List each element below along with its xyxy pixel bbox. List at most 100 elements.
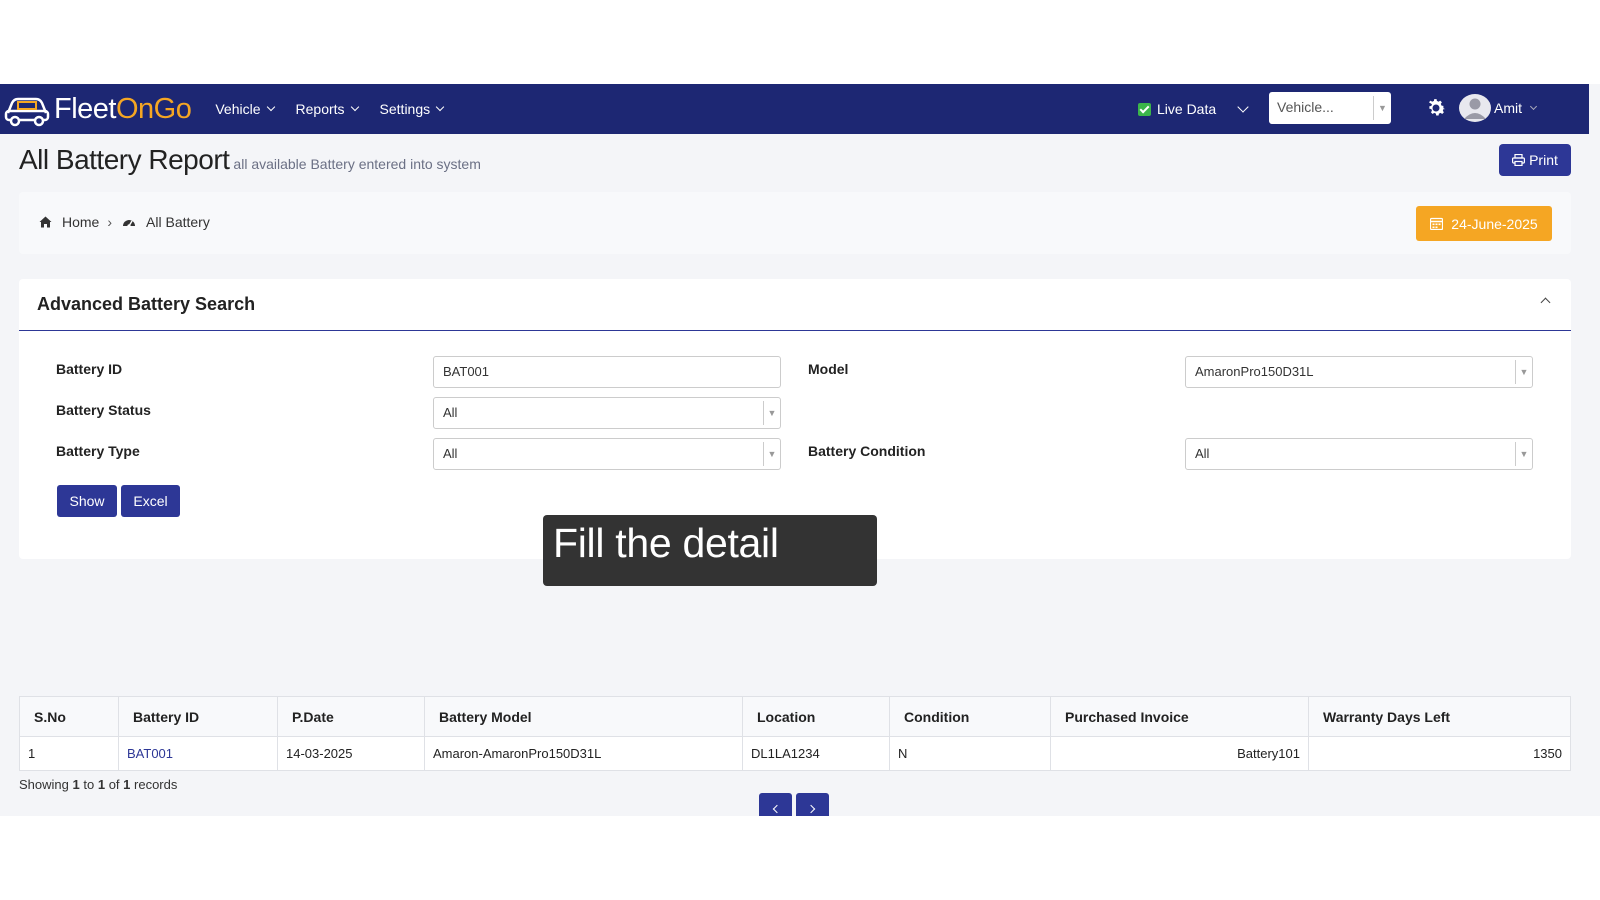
- previous-page-button[interactable]: [759, 793, 792, 816]
- select-arrow-icon[interactable]: ▼: [1373, 96, 1391, 120]
- column-header-warranty-days-left[interactable]: Warranty Days Left: [1308, 696, 1571, 737]
- gear-icon[interactable]: [1424, 96, 1448, 120]
- main-menu: Vehicle Reports Settings: [215, 101, 445, 117]
- select-arrow-icon[interactable]: ▼: [763, 401, 780, 425]
- battery-status-label: Battery Status: [56, 402, 151, 418]
- battery-condition-value: All: [1195, 446, 1210, 461]
- car-icon: [4, 97, 50, 127]
- print-button[interactable]: Print: [1499, 144, 1571, 176]
- battery-id-input[interactable]: BAT001: [433, 356, 781, 388]
- breadcrumb: Home › All Battery: [39, 214, 210, 230]
- records-from: 1: [72, 777, 80, 792]
- date-button[interactable]: 24-June-2025: [1416, 206, 1552, 241]
- column-header-condition[interactable]: Condition: [889, 696, 1051, 737]
- excel-button[interactable]: Excel: [121, 485, 180, 517]
- cell-location: DL1LA1234: [742, 736, 890, 771]
- printer-icon: [1512, 154, 1526, 166]
- chevron-down-icon: [350, 102, 359, 112]
- page-header: All Battery Report all available Battery…: [19, 144, 481, 176]
- column-header-battery-model[interactable]: Battery Model: [424, 696, 743, 737]
- cell-warranty-days-left: 1350: [1308, 736, 1571, 771]
- advanced-search-title: Advanced Battery Search: [37, 294, 256, 314]
- home-icon: [39, 216, 52, 228]
- records-to-word: to: [83, 777, 95, 792]
- column-header-purchased-invoice[interactable]: Purchased Invoice: [1050, 696, 1309, 737]
- model-select[interactable]: AmaronPro150D31L ▼: [1185, 356, 1533, 388]
- breadcrumb-bar: Home › All Battery 24-June-2025: [19, 192, 1571, 254]
- chevron-right-icon: [806, 804, 816, 814]
- model-select-value: AmaronPro150D31L: [1195, 364, 1314, 379]
- dashboard-icon: [123, 220, 136, 228]
- column-header-location[interactable]: Location: [742, 696, 890, 737]
- column-header-pdate[interactable]: P.Date: [277, 696, 425, 737]
- table-header-row: S.No Battery ID P.Date Battery Model Loc…: [19, 696, 1571, 737]
- records-summary: Showing 1 to 1 of 1 records: [19, 777, 177, 792]
- app-window: FleetOnGo Vehicle Reports Settings Live …: [0, 84, 1589, 816]
- vehicle-select-value: Vehicle...: [1277, 99, 1334, 115]
- brand-name: FleetOnGo: [54, 92, 192, 126]
- select-arrow-icon[interactable]: ▼: [1515, 442, 1532, 466]
- menu-reports-label: Reports: [295, 101, 345, 117]
- cell-condition: N: [889, 736, 1051, 771]
- user-name-label: Amit: [1494, 100, 1522, 116]
- battery-id-label: Battery ID: [56, 361, 123, 377]
- battery-condition-label: Battery Condition: [808, 443, 926, 459]
- scrollbar[interactable]: [1589, 84, 1600, 816]
- model-label: Model: [808, 361, 849, 377]
- menu-vehicle[interactable]: Vehicle: [215, 101, 275, 117]
- next-page-button[interactable]: [796, 793, 829, 816]
- battery-id-link[interactable]: BAT001: [127, 746, 173, 761]
- menu-reports[interactable]: Reports: [295, 101, 359, 117]
- table-row: 1 BAT001 14-03-2025 Amaron-AmaronPro150D…: [19, 736, 1571, 771]
- checkbox-checked-icon[interactable]: [1138, 102, 1151, 116]
- avatar[interactable]: [1459, 94, 1491, 122]
- excel-button-label: Excel: [133, 493, 168, 509]
- calendar-icon: [1430, 217, 1444, 230]
- chevron-down-icon: [435, 102, 445, 112]
- tutorial-tooltip: Fill the detail: [543, 515, 877, 586]
- battery-table: S.No Battery ID P.Date Battery Model Loc…: [19, 696, 1571, 771]
- advanced-search-header[interactable]: Advanced Battery Search: [19, 279, 1571, 331]
- menu-vehicle-label: Vehicle: [215, 101, 261, 117]
- records-prefix: Showing: [19, 777, 69, 792]
- cell-pdate: 14-03-2025: [277, 736, 425, 771]
- breadcrumb-home-link[interactable]: Home: [62, 214, 99, 230]
- battery-id-value: BAT001: [443, 364, 490, 379]
- select-arrow-icon[interactable]: ▼: [1515, 360, 1532, 384]
- menu-settings-label: Settings: [379, 101, 431, 117]
- print-label: Print: [1529, 152, 1558, 168]
- live-data-toggle[interactable]: Live Data: [1138, 101, 1268, 117]
- user-menu[interactable]: Amit: [1494, 100, 1564, 116]
- tooltip-text: Fill the detail: [553, 520, 779, 566]
- breadcrumb-current: All Battery: [146, 214, 210, 230]
- chevron-down-icon: [1529, 102, 1538, 110]
- page-subtitle: all available Battery entered into syste…: [233, 156, 481, 172]
- battery-status-value: All: [443, 405, 458, 420]
- cell-battery-model: Amaron-AmaronPro150D31L: [424, 736, 743, 771]
- battery-status-select[interactable]: All ▼: [433, 397, 781, 429]
- battery-type-value: All: [443, 446, 458, 461]
- chevron-down-icon: [266, 102, 275, 112]
- battery-type-label: Battery Type: [56, 443, 140, 459]
- brand-name-part1: Fleet: [54, 92, 116, 125]
- vehicle-select[interactable]: Vehicle... ▼: [1269, 92, 1391, 124]
- battery-condition-select[interactable]: All ▼: [1185, 438, 1533, 470]
- battery-type-select[interactable]: All ▼: [433, 438, 781, 470]
- column-header-battery-id[interactable]: Battery ID: [118, 696, 278, 737]
- records-of-word: of: [108, 777, 120, 792]
- select-arrow-icon[interactable]: ▼: [763, 442, 780, 466]
- records-total: 1: [123, 777, 131, 792]
- column-header-sno[interactable]: S.No: [19, 696, 119, 737]
- page-title: All Battery Report: [19, 144, 230, 175]
- show-button[interactable]: Show: [57, 485, 117, 517]
- brand-logo[interactable]: FleetOnGo: [4, 84, 192, 134]
- brand-name-part2: OnGo: [115, 92, 192, 125]
- live-data-label: Live Data: [1157, 101, 1217, 117]
- records-suffix: records: [134, 777, 178, 792]
- breadcrumb-separator: ›: [107, 214, 113, 230]
- records-to: 1: [97, 777, 106, 792]
- cell-battery-id: BAT001: [118, 736, 278, 771]
- menu-settings[interactable]: Settings: [379, 101, 445, 117]
- chevron-left-icon: [772, 804, 782, 814]
- cell-purchased-invoice: Battery101: [1050, 736, 1309, 771]
